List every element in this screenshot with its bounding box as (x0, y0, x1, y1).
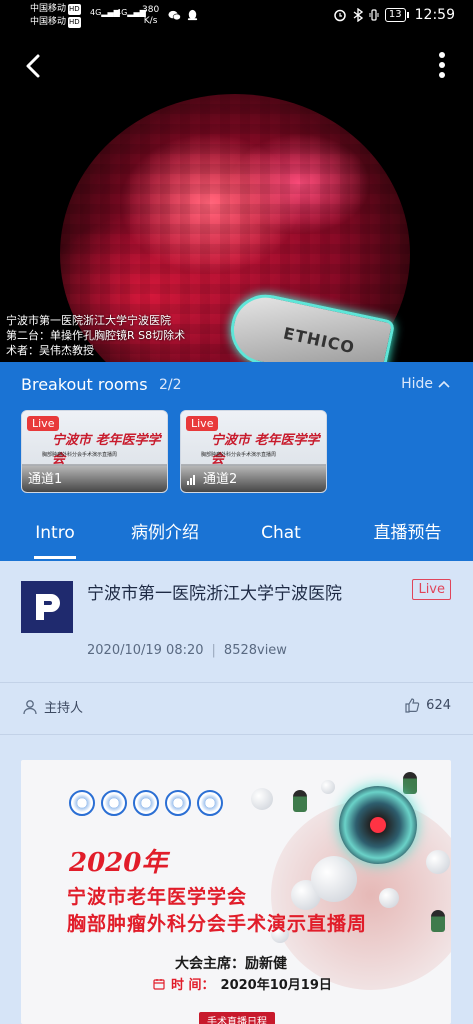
society-logo-icon (165, 790, 191, 816)
hide-button[interactable]: Hide (401, 376, 451, 392)
society-logo-icon (101, 790, 127, 816)
tab-case-intro[interactable]: 病例介绍 (110, 505, 220, 561)
doctor-figure (431, 910, 445, 932)
poster-time: 时 间： 2020年10月19日 (153, 974, 332, 993)
divider (0, 682, 473, 683)
thumbnail-title: 宁波市 老年医学学会 (52, 433, 161, 467)
view-count: 8528view (223, 643, 287, 658)
network-speed: 380 K/s (142, 5, 160, 26)
caption-line: 第二台：单操作孔胸腔镜R S8切除术 (6, 329, 186, 342)
bubble (426, 850, 450, 874)
breakout-room-1[interactable]: 宁波市 老年医学学会 胸部肿瘤外科分会手术演示直播周 Live 通道1 (21, 410, 168, 493)
status-right: 13 12:59 (333, 7, 455, 23)
battery-indicator: 13 (384, 8, 409, 22)
user-icon (23, 699, 37, 714)
breakout-rooms-panel: Breakout rooms 2/2 Hide 宁波市 老年医学学会 胸部肿瘤外… (0, 362, 473, 505)
meta-separator: | (211, 643, 216, 658)
breakout-count: 2/2 (159, 377, 182, 393)
status-bar: 中国移动 HD 中国移动 HD 4G▂▄▆ 4G▂▄▆ 380 K/s 13 12:5… (0, 0, 473, 34)
bubble (321, 780, 335, 794)
bluetooth-icon (353, 8, 363, 22)
wechat-icon (168, 10, 181, 21)
poster-chair: 大会主席：励新健 (175, 956, 287, 972)
host-label: 主持人 (44, 701, 84, 716)
doctor-figure (403, 772, 417, 794)
lens-graphic (339, 786, 417, 864)
audio-level-icon (187, 475, 195, 485)
calendar-icon (153, 978, 165, 990)
society-logos (69, 790, 223, 816)
intro-content: 宁波市第一医院浙江大学宁波医院 Live 2020/10/19 08:20 | … (0, 561, 473, 1024)
room-name: 通道1 (28, 472, 63, 487)
poster-year: 2020年 (69, 848, 168, 878)
host-info: 主持人 (22, 697, 83, 716)
live-status-badge: Live (412, 579, 451, 600)
room-title: 宁波市第一医院浙江大学宁波医院 (87, 584, 342, 604)
society-logo-icon (197, 790, 223, 816)
time-value: 2020年10月19日 (220, 978, 332, 993)
back-arrow-icon[interactable] (20, 52, 48, 80)
tab-live-preview[interactable]: 直播预告 (342, 505, 473, 561)
thumbs-up-icon (405, 698, 420, 713)
tab-intro[interactable]: Intro (0, 505, 110, 561)
live-badge: Live (27, 416, 60, 431)
like-count: 624 (426, 697, 451, 713)
channel-logo (21, 581, 73, 633)
tab-chat[interactable]: Chat (220, 505, 342, 561)
bubble (251, 788, 273, 810)
poster-headline: 宁波市老年医学学会 (67, 886, 248, 908)
society-logo-icon (69, 790, 95, 816)
qq-icon (187, 9, 198, 21)
video-player[interactable]: ETHICO 宁波市第一医院浙江大学宁波医院 第二台：单操作孔胸腔镜R S8切除… (0, 34, 473, 362)
start-datetime: 2020/10/19 08:20 (87, 643, 204, 658)
breakout-room-2[interactable]: 宁波市 老年医学学会 胸部肿瘤外科分会手术演示直播周 Live 通道2 (180, 410, 327, 493)
poster-subheadline: 胸部肿瘤外科分会手术演示直播周 (67, 913, 368, 935)
like-button[interactable]: 624 (404, 697, 451, 713)
clock: 12:59 (414, 7, 455, 23)
caption-line: 术者：吴伟杰教授 (6, 344, 94, 357)
vibrate-icon (369, 9, 379, 21)
alarm-icon (334, 9, 346, 22)
more-options-icon[interactable] (437, 50, 447, 80)
video-caption: 宁波市第一医院浙江大学宁波医院 第二台：单操作孔胸腔镜R S8切除术 术者：吴伟… (6, 313, 185, 358)
carrier-1: 中国移动 HD (30, 4, 81, 15)
thumbnail-title: 宁波市 老年医学学会 (211, 433, 320, 467)
room-meta: 2020/10/19 08:20 | 8528view (87, 643, 287, 658)
doctor-figure (293, 790, 307, 812)
hide-label: Hide (401, 376, 433, 392)
breakout-title: Breakout rooms (21, 375, 148, 394)
bubble (311, 856, 357, 902)
time-label: 时 间： (171, 978, 215, 993)
live-badge: Live (186, 416, 219, 431)
chevron-up-icon (438, 380, 450, 388)
p-logo-icon (36, 594, 60, 620)
bubble (379, 888, 399, 908)
thumbnail-subtitle: 胸部肿瘤外科分会手术演示直播周 (42, 452, 118, 458)
tab-bar: Intro 病例介绍 Chat 直播预告 (0, 505, 473, 561)
thumbnail-subtitle: 胸部肿瘤外科分会手术演示直播周 (201, 452, 277, 458)
divider (0, 734, 473, 735)
caption-line: 宁波市第一医院浙江大学宁波医院 (6, 314, 171, 327)
room-name: 通道2 (203, 472, 238, 487)
society-logo-icon (133, 790, 159, 816)
carrier-2: 中国移动 HD (30, 17, 81, 28)
event-poster: 2020年 宁波市老年医学学会 胸部肿瘤外科分会手术演示直播周 大会主席：励新健… (21, 760, 451, 1024)
schedule-banner: 手术直播日程 (199, 1012, 275, 1024)
